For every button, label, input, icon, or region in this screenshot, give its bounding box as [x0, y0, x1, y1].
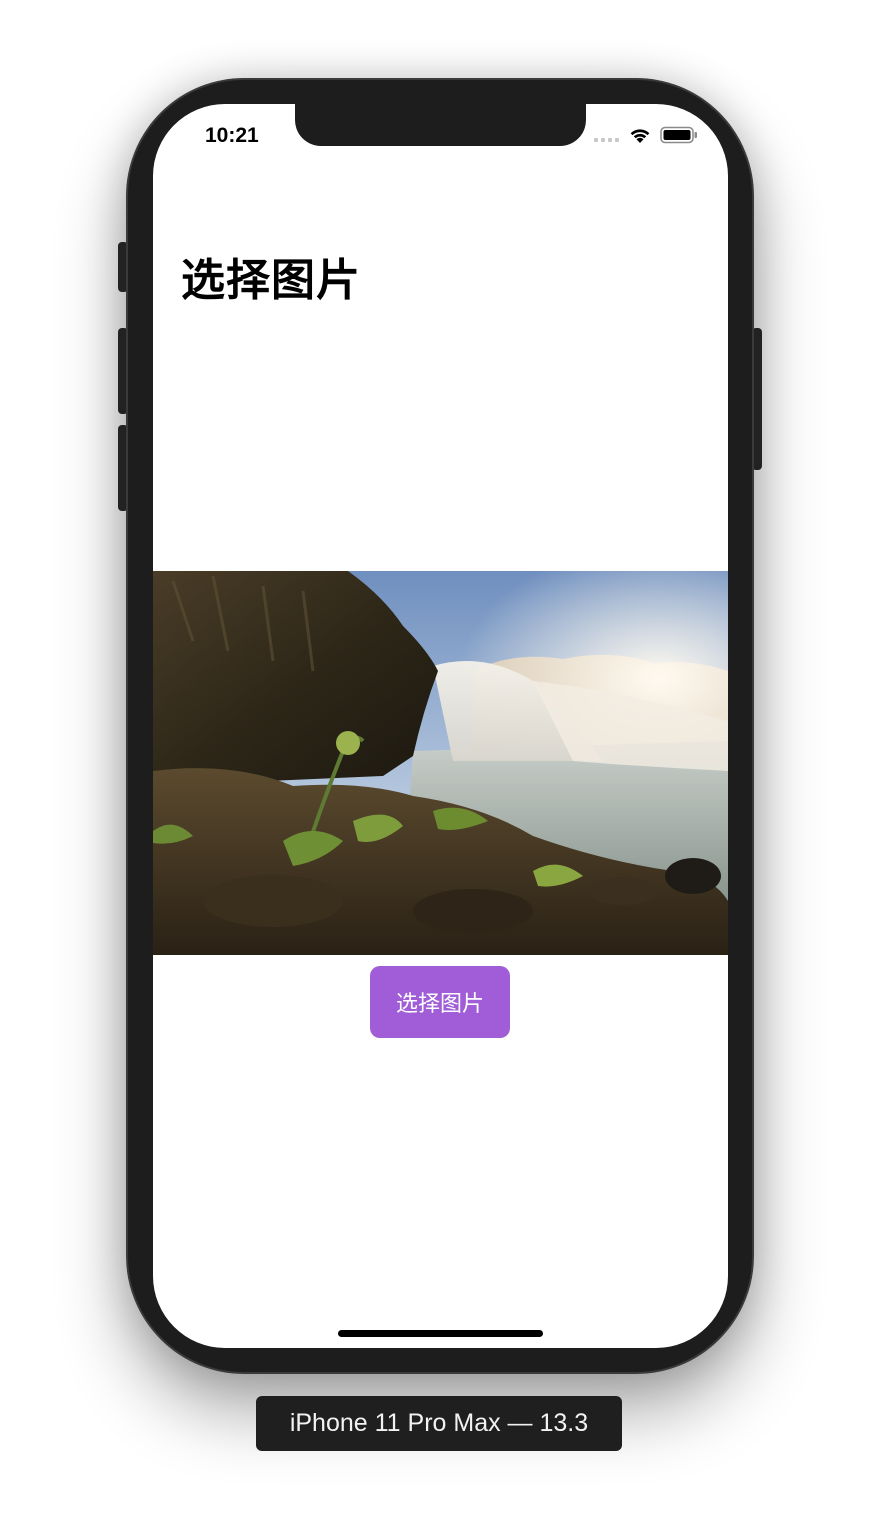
page-title: 选择图片: [181, 255, 361, 306]
simulator-device-label: iPhone 11 Pro Max — 13.3: [256, 1396, 622, 1451]
cellular-signal-icon: [594, 128, 620, 147]
home-indicator[interactable]: [338, 1330, 543, 1337]
status-icons: [594, 126, 698, 148]
waterfall-image: [153, 571, 728, 955]
notch: [295, 104, 586, 146]
simulator-stage: 10:21 选择图片 选择图片 iPhone 11 Pro Max — 13.3: [0, 0, 880, 1524]
pick-image-button[interactable]: 选择图片: [370, 966, 510, 1038]
battery-icon: [660, 126, 698, 148]
phone-screen: 10:21 选择图片 选择图片: [153, 104, 728, 1348]
status-time: 10:21: [205, 124, 259, 147]
wifi-icon: [628, 126, 652, 148]
